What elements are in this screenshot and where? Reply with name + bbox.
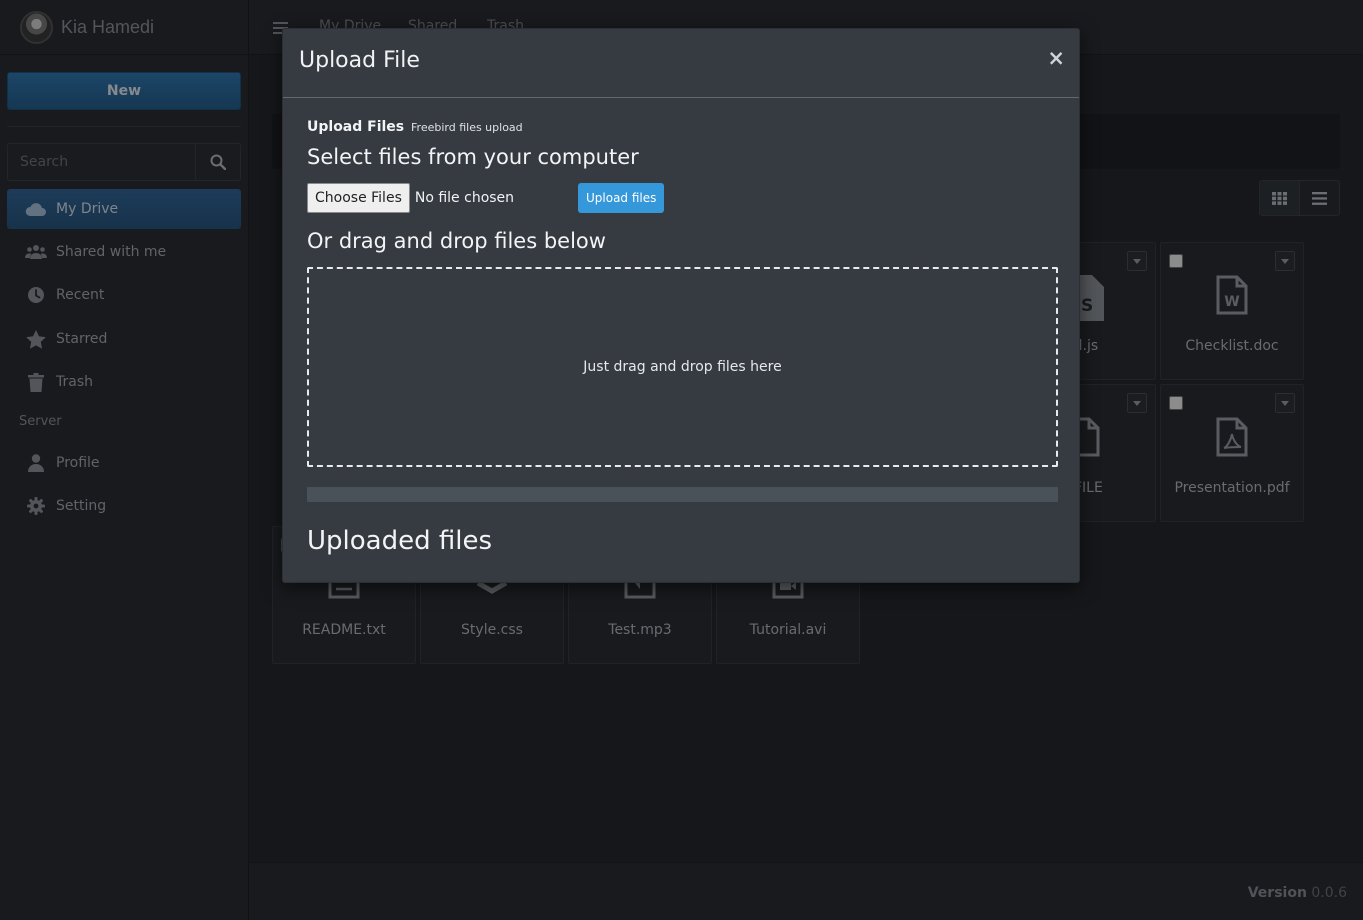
upload-heading-title: Upload Files <box>307 119 405 135</box>
file-input: Choose Files No file chosen <box>307 183 514 213</box>
no-file-chosen-text: No file chosen <box>414 190 515 206</box>
close-icon[interactable]: × <box>1047 46 1065 70</box>
upload-heading-subtitle: Freebird files upload <box>411 121 523 134</box>
drop-zone[interactable]: Just drag and drop files here <box>307 267 1058 467</box>
upload-files-button[interactable]: Upload files <box>578 183 665 213</box>
upload-heading: Upload Files Freebird files upload <box>307 119 523 135</box>
drop-zone-text: Just drag and drop files here <box>583 359 782 375</box>
uploaded-files-heading: Uploaded files <box>307 526 493 556</box>
select-files-heading: Select files from your computer <box>307 145 639 169</box>
modal-title: Upload File <box>299 48 420 73</box>
drag-drop-heading: Or drag and drop files below <box>307 229 606 253</box>
upload-file-modal: Upload File × Upload Files Freebird file… <box>282 28 1080 583</box>
modal-header: Upload File × <box>283 29 1079 98</box>
upload-progress-bar <box>307 487 1058 502</box>
choose-files-button[interactable]: Choose Files <box>307 183 410 213</box>
